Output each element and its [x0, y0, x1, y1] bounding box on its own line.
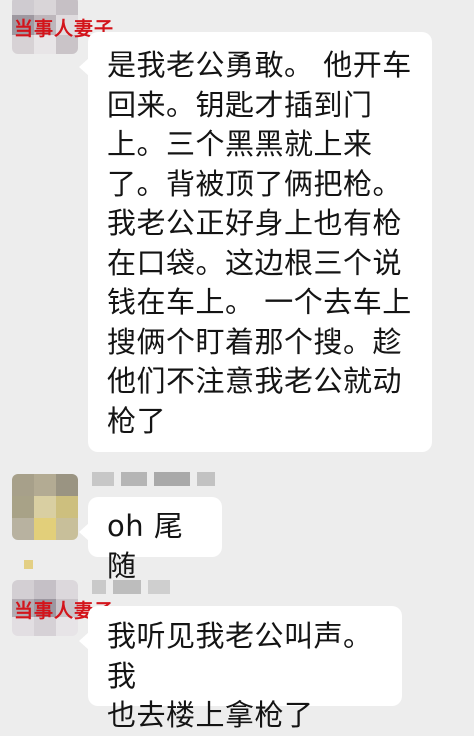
message-bubble[interactable]: 我听见我老公叫声。我 也去楼上拿枪了	[79, 606, 402, 732]
chat-message: 当事人妻子 是我老公勇敢。 他开车 回来。钥匙才插到门 上。三个黑黑就上来 了。…	[0, 0, 474, 460]
message-text: 是我老公勇敢。 他开车 回来。钥匙才插到门 上。三个黑黑就上来 了。背被顶了俩把…	[107, 48, 412, 438]
message-bubble[interactable]: oh 尾随	[79, 497, 222, 583]
message-bubble[interactable]: 是我老公勇敢。 他开车 回来。钥匙才插到门 上。三个黑黑就上来 了。背被顶了俩把…	[79, 32, 432, 452]
chat-message: 当事人妻子 我听见我老公叫声。我 也去楼上拿枪了	[0, 578, 474, 732]
message-text: 我听见我老公叫声。我 也去楼上拿枪了	[107, 619, 373, 732]
sender-name-blurred	[92, 472, 215, 486]
decoration-pixel	[24, 560, 33, 569]
message-text: oh 尾随	[107, 509, 184, 583]
chat-screen: { "messages": [ { "sender_label": "当事人妻子…	[0, 0, 474, 732]
avatar[interactable]	[12, 474, 78, 540]
chat-message: oh 尾随	[0, 460, 474, 583]
sender-name-blurred	[92, 580, 170, 594]
